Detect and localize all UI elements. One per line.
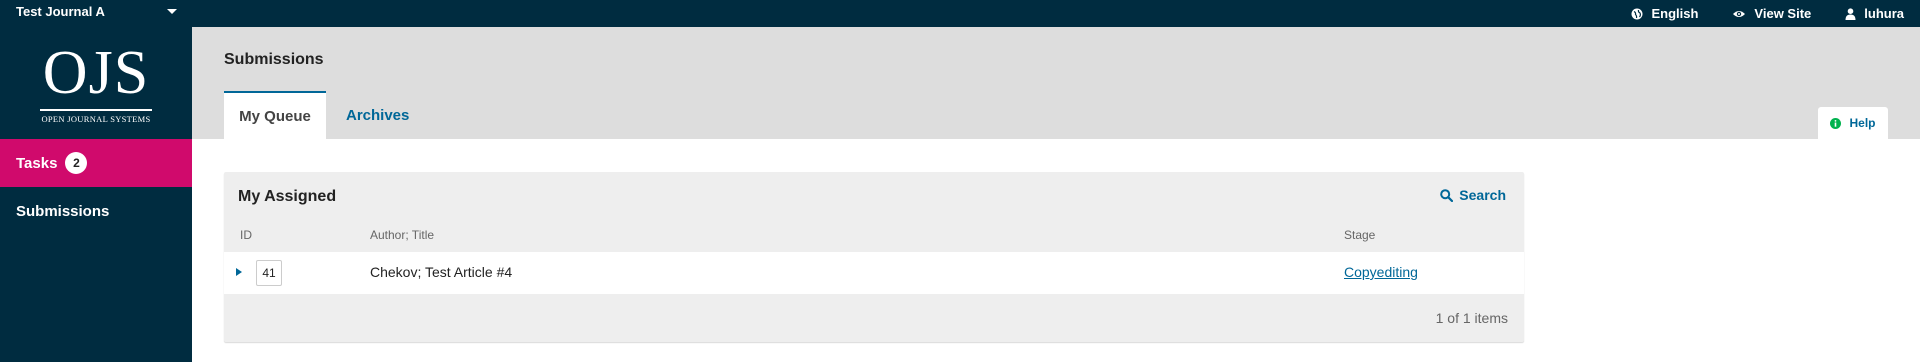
journal-switcher[interactable]: Test Journal A bbox=[16, 4, 105, 19]
sidebar-item-tasks[interactable]: Tasks 2 bbox=[0, 139, 192, 187]
tab-label: Archives bbox=[346, 106, 410, 124]
pagination-summary: 1 of 1 items bbox=[1435, 310, 1508, 326]
my-assigned-panel: My Assigned Search ID Author; Title Stag… bbox=[224, 172, 1524, 342]
view-site-label[interactable]: View Site bbox=[1754, 6, 1811, 21]
column-header-stage: Stage bbox=[1344, 228, 1376, 242]
help-button[interactable]: Help bbox=[1818, 107, 1888, 139]
column-header-author-title: Author; Title bbox=[370, 228, 435, 242]
tab-archives[interactable]: Archives bbox=[346, 91, 409, 139]
user-nav: English View Site luhura bbox=[1597, 0, 1904, 27]
help-label: Help bbox=[1849, 116, 1876, 130]
submission-stage-link[interactable]: Copyediting bbox=[1344, 264, 1418, 280]
info-icon bbox=[1830, 117, 1842, 129]
tab-label: My Queue bbox=[239, 107, 311, 125]
tasks-count-badge: 2 bbox=[65, 152, 88, 174]
submission-id: 41 bbox=[256, 260, 282, 286]
sidebar: OJS OPEN JOURNAL SYSTEMS Tasks 2 Submiss… bbox=[0, 27, 192, 362]
search-label: Search bbox=[1459, 187, 1506, 203]
user-menu[interactable]: luhura bbox=[1845, 6, 1904, 21]
tab-my-queue[interactable]: My Queue bbox=[224, 91, 326, 139]
sidebar-item-label: Tasks bbox=[16, 154, 58, 172]
page-header: Submissions My Queue Archives Help bbox=[192, 27, 1920, 139]
eye-icon bbox=[1732, 9, 1746, 19]
table-row[interactable]: 41 Chekov; Test Article #4 Copyediting bbox=[224, 252, 1524, 294]
ojs-logo[interactable]: OJS OPEN JOURNAL SYSTEMS bbox=[36, 39, 156, 125]
journal-name[interactable]: Test Journal A bbox=[16, 4, 105, 19]
top-bar: Test Journal A English View Site luhura bbox=[0, 0, 1920, 27]
panel-title: My Assigned bbox=[238, 188, 337, 205]
logo-subtitle: OPEN JOURNAL SYSTEMS bbox=[41, 114, 151, 124]
submission-author-title[interactable]: Chekov; Test Article #4 bbox=[370, 264, 512, 280]
username[interactable]: luhura bbox=[1864, 6, 1904, 21]
user-icon bbox=[1845, 7, 1856, 20]
expand-row-icon[interactable] bbox=[236, 268, 242, 276]
search-icon bbox=[1440, 188, 1454, 202]
sidebar-item-submissions[interactable]: Submissions bbox=[16, 203, 109, 220]
language-label[interactable]: English bbox=[1651, 6, 1698, 21]
caret-down-icon[interactable] bbox=[167, 9, 177, 14]
search-button[interactable]: Search bbox=[1440, 187, 1506, 203]
globe-icon bbox=[1631, 8, 1643, 20]
language-link[interactable]: English bbox=[1631, 6, 1698, 21]
column-header-id: ID bbox=[240, 228, 252, 242]
page-title: Submissions bbox=[224, 51, 324, 68]
sidebar-item-label: Submissions bbox=[16, 203, 110, 220]
logo-divider bbox=[40, 109, 152, 111]
view-site-link[interactable]: View Site bbox=[1732, 6, 1811, 21]
logo-wordmark: OJS bbox=[42, 39, 150, 107]
